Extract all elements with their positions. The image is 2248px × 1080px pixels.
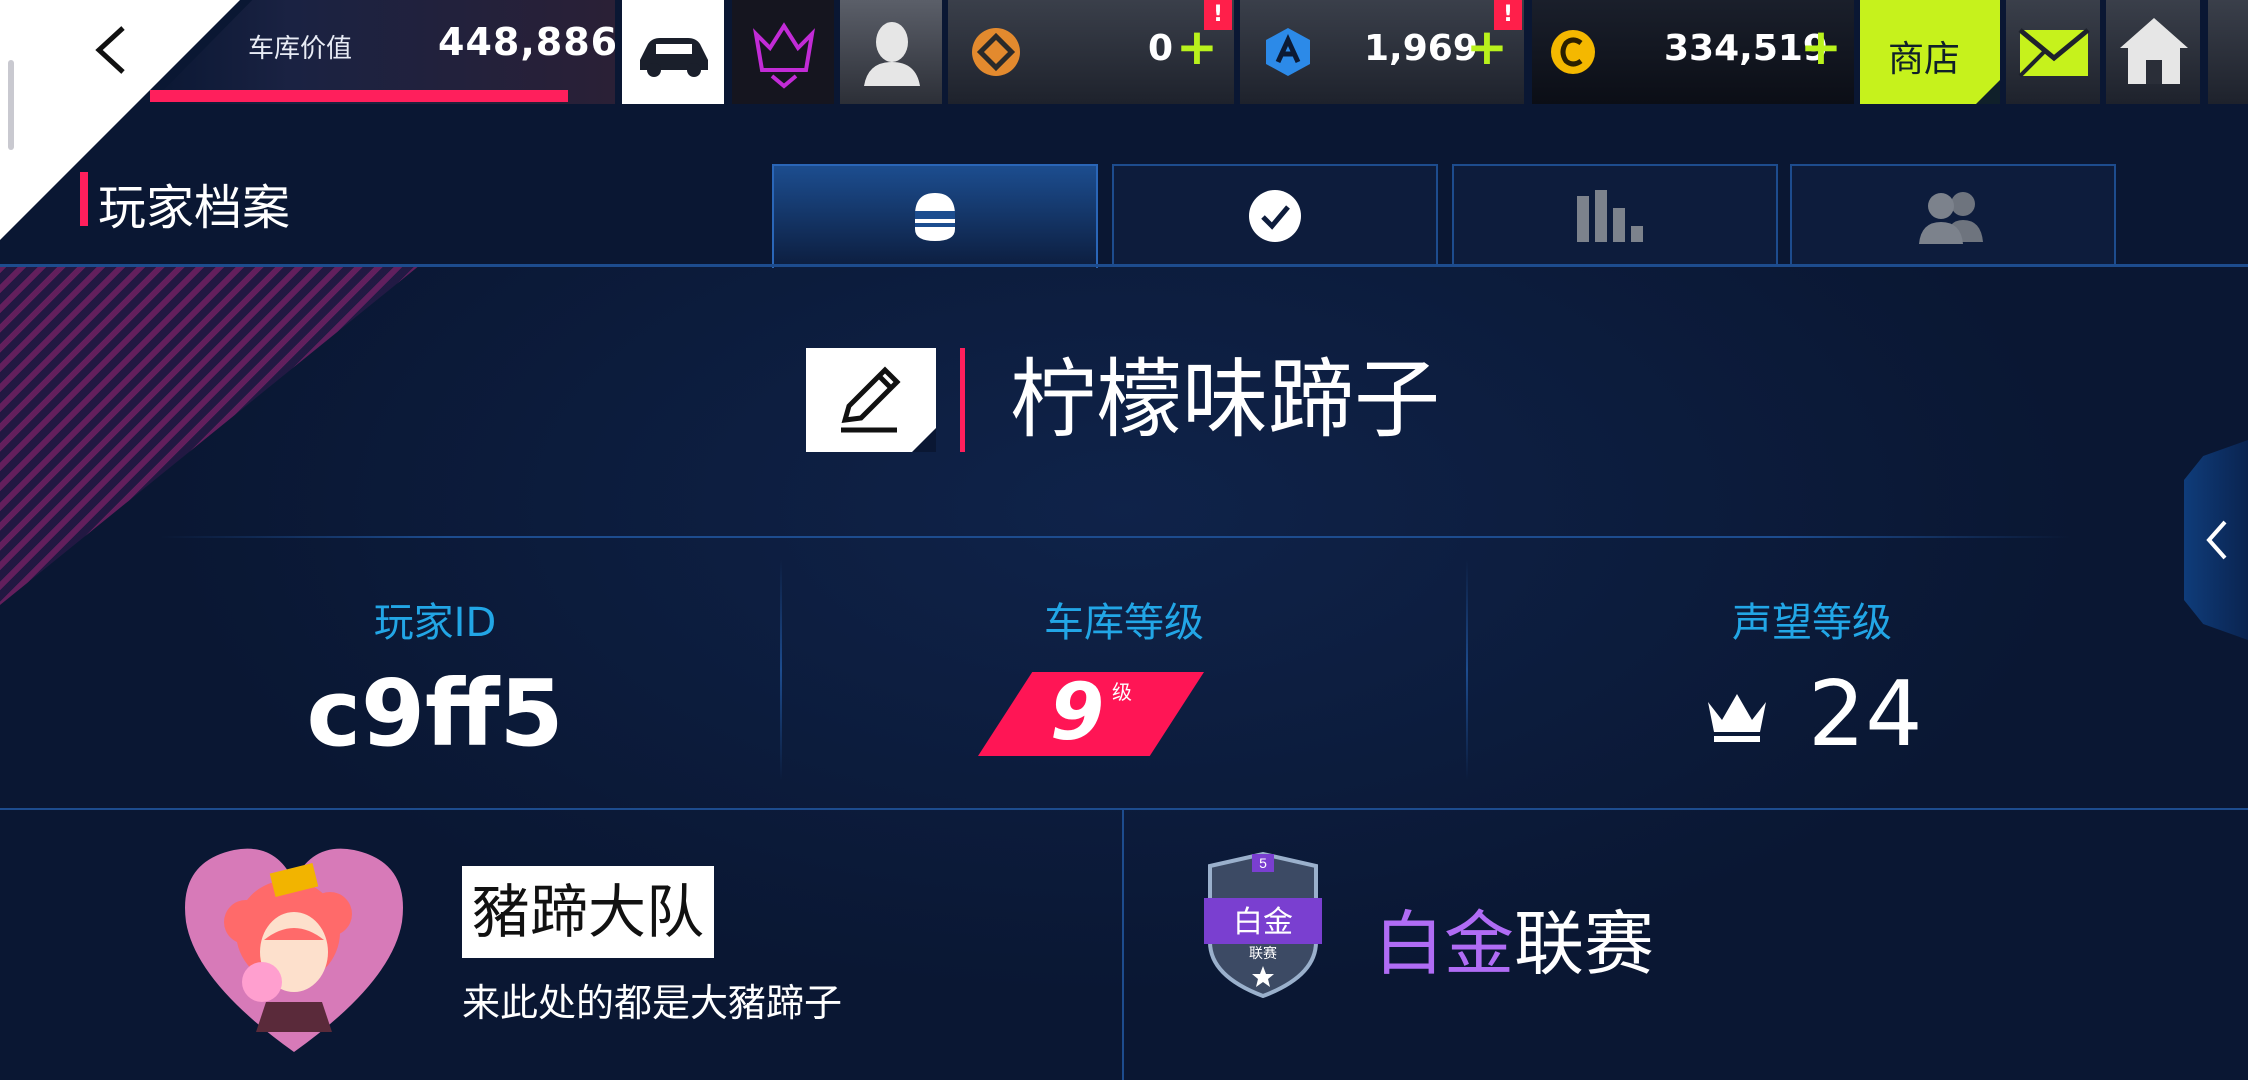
name-separator — [960, 348, 965, 452]
shop-label: 商店 — [1888, 39, 1961, 80]
checkmark-icon — [1249, 190, 1301, 242]
mail-button[interactable] — [2004, 0, 2100, 104]
car-icon — [640, 38, 708, 77]
header-divider — [0, 264, 2248, 267]
chevron-left-icon — [2206, 520, 2227, 560]
player-id-value: c9ff5 — [306, 660, 564, 767]
crew-description: 来此处的都是大豬蹄子 — [462, 981, 843, 1025]
tab-achievements[interactable] — [1112, 164, 1438, 266]
tab-stats[interactable] — [1452, 164, 1778, 266]
edit-name-button[interactable] — [806, 348, 936, 452]
token-icon — [972, 28, 1020, 76]
page-title-accent — [80, 172, 88, 226]
user-avatar-icon — [864, 22, 920, 86]
garage-level-suffix: 级 — [1112, 680, 1132, 704]
tab-profile[interactable] — [772, 164, 1098, 268]
garage-level-value: 9 — [1050, 668, 1105, 758]
league-name-rest: 联赛 — [1514, 903, 1654, 985]
top-bar: 车库价值 448,886 0 + ! 1,969 + ! 334,519 + 商… — [0, 0, 2248, 240]
garage-button[interactable] — [620, 0, 724, 104]
player-id-label: 玩家ID — [373, 600, 497, 646]
side-drawer-toggle[interactable] — [2184, 440, 2248, 640]
home-icon — [2120, 18, 2188, 84]
league-badge-text: 白金 — [1233, 905, 1293, 940]
blueprints-value: 1,969 — [1364, 28, 1478, 69]
league-badge-level: 5 — [1259, 855, 1267, 871]
chevron-left-icon — [95, 26, 125, 74]
tokens-alert-badge: ! — [1204, 0, 1232, 30]
prestige-level-label: 声望等级 — [1732, 600, 1892, 646]
garage-value-label: 车库价值 — [248, 34, 353, 64]
league-name-accent: 白金 — [1374, 903, 1514, 985]
league-badge: 5 白金 联赛 — [1200, 851, 1326, 999]
blueprints-alert-badge: ! — [1494, 0, 1522, 30]
back-button[interactable] — [80, 20, 140, 80]
home-button[interactable] — [2104, 0, 2200, 104]
tokens-counter[interactable]: 0 + ! — [946, 0, 1234, 104]
prestige-level-value: 24 — [1808, 662, 1923, 767]
crown-icon — [1708, 694, 1766, 742]
stat-divider-1 — [780, 560, 782, 780]
credits-counter[interactable]: 334,519 + — [1530, 0, 1854, 104]
bottom-vertical-divider — [1122, 808, 1124, 1080]
garage-value: 448,886 — [438, 20, 619, 64]
crew-name: 豬蹄大队 — [462, 866, 715, 958]
tab-friends[interactable] — [1790, 164, 2116, 266]
legends-button[interactable] — [730, 0, 834, 104]
stat-divider-2 — [1466, 560, 1468, 780]
blueprints-counter[interactable]: 1,969 + ! — [1238, 0, 1524, 104]
garage-level-label: 车库等级 — [1044, 600, 1204, 646]
tokens-value: 0 — [1148, 28, 1174, 69]
bottom-divider-line — [0, 808, 2248, 810]
profile-avatar-button[interactable] — [838, 0, 942, 104]
crown-emblem-icon — [753, 22, 815, 89]
helmet-icon — [915, 193, 955, 241]
side-handle — [8, 60, 14, 150]
bar-chart-icon — [1577, 190, 1643, 242]
garage-value-progress-fill — [150, 90, 568, 102]
player-name: 柠檬味蹄子 — [1010, 350, 1440, 450]
league-name: 白金联赛 — [1374, 888, 1654, 989]
blueprint-icon — [1266, 28, 1310, 76]
crew-emblem-icon — [185, 848, 403, 1052]
topbar-edge — [2206, 0, 2248, 104]
mail-icon — [2018, 28, 2090, 78]
friends-icon — [1919, 192, 1983, 244]
credits-add-button[interactable]: + — [1800, 18, 1842, 76]
pencil-icon — [841, 366, 901, 433]
platinum-league-shield-icon: 5 白金 联赛 — [1204, 851, 1322, 999]
crew-avatar[interactable] — [176, 832, 412, 1060]
credit-coin-icon — [1551, 30, 1595, 74]
league-badge-sub: 联赛 — [1249, 946, 1277, 962]
name-divider — [160, 536, 2070, 538]
page-title: 玩家档案 — [98, 180, 291, 236]
